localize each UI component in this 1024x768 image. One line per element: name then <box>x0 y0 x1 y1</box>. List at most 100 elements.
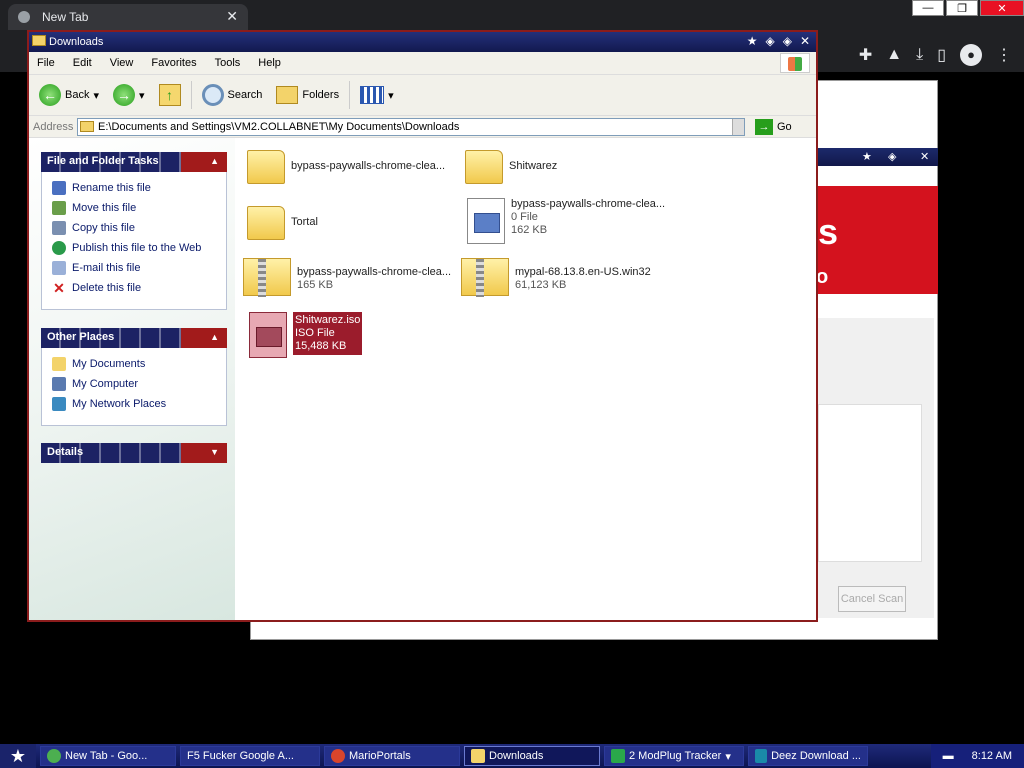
places-panel-body: My Documents My Computer My Network Plac… <box>41 348 227 426</box>
search-icon <box>201 84 224 106</box>
task-modplug[interactable]: 2 ModPlug Tracker ▾ <box>604 746 744 766</box>
file-item[interactable]: bypass-paywalls-chrome-clea... <box>247 148 445 184</box>
task-publish[interactable]: Publish this file to the Web <box>52 238 226 258</box>
maximize-icon[interactable]: ◈ <box>783 34 792 48</box>
folder-icon <box>80 121 94 132</box>
tasks-panel-header[interactable]: File and Folder Tasks ▲ <box>41 152 227 172</box>
profile-icon[interactable]: ● <box>960 44 982 66</box>
close-window-button[interactable]: ✕ <box>980 0 1024 16</box>
details-panel-header[interactable]: Details ▼ <box>41 443 227 463</box>
modplug-icon <box>611 749 625 763</box>
folder-icon <box>32 35 46 46</box>
task-downloads[interactable]: Downloads <box>464 746 600 766</box>
place-my-network-label: My Network Places <box>72 398 167 410</box>
expand-icon[interactable]: ▼ <box>181 443 227 463</box>
window-glyph <box>256 327 282 347</box>
place-my-computer[interactable]: My Computer <box>52 374 226 394</box>
zip-folder-icon <box>243 258 291 297</box>
place-my-network[interactable]: My Network Places <box>52 394 226 414</box>
sidebar-icon[interactable]: ▯ <box>937 45 946 65</box>
menu-icon[interactable]: ⋮ <box>996 45 1012 65</box>
menu-edit[interactable]: Edit <box>73 57 92 69</box>
menu-favorites[interactable]: Favorites <box>151 57 196 69</box>
close-icon[interactable]: ✕ <box>800 34 810 48</box>
download-icon[interactable]: ⤓ <box>916 46 923 64</box>
file-name: bypass-paywalls-chrome-clea... <box>291 160 446 172</box>
task-delete[interactable]: ✕ Delete this file <box>52 278 226 298</box>
menu-help[interactable]: Help <box>258 57 281 69</box>
chrome-tab[interactable]: New Tab ✕ <box>8 4 248 30</box>
collapse-icon[interactable]: ▲ <box>181 328 227 348</box>
forward-arrow-icon: → <box>113 84 135 106</box>
forward-button[interactable]: → ▾ <box>109 82 149 108</box>
close-icon[interactable]: ✕ <box>920 150 929 163</box>
menu-file[interactable]: File <box>37 57 55 69</box>
task-copy[interactable]: Copy this file <box>52 218 226 238</box>
maximize-button[interactable]: ❐ <box>946 0 978 16</box>
task-publish-label: Publish this file to the Web <box>72 242 202 254</box>
mario-icon <box>331 749 345 763</box>
zipper-glyph <box>476 259 484 297</box>
explorer-caption-buttons: ★ ◈ ◈ ✕ <box>747 34 810 48</box>
file-item[interactable]: bypass-paywalls-chrome-clea... 165 KB <box>243 256 451 297</box>
file-item[interactable]: Shitwarez <box>465 148 557 184</box>
tasks-panel-title: File and Folder Tasks <box>47 155 159 167</box>
start-button[interactable]: ★ <box>0 744 36 768</box>
chevron-down-icon[interactable]: ▾ <box>388 89 394 102</box>
place-my-documents[interactable]: My Documents <box>52 354 226 374</box>
menu-tools[interactable]: Tools <box>215 57 241 69</box>
file-size: 15,488 KB <box>295 340 347 352</box>
address-dropdown[interactable] <box>732 118 744 135</box>
file-item[interactable]: Tortal <box>247 204 318 240</box>
task-label: 2 ModPlug Tracker <box>629 750 722 762</box>
task-f5[interactable]: F5 Fucker Google A... <box>180 746 320 766</box>
minimize-button[interactable]: — <box>912 0 944 16</box>
explorer-titlebar[interactable]: Downloads ★ ◈ ◈ ✕ <box>29 32 816 52</box>
task-chrome[interactable]: New Tab - Goo... <box>40 746 176 766</box>
folders-button[interactable]: Folders <box>272 84 343 106</box>
task-deez[interactable]: Deez Download ... <box>748 746 868 766</box>
file-item[interactable]: bypass-paywalls-chrome-clea... 0 File 16… <box>467 198 665 244</box>
task-rename[interactable]: Rename this file <box>52 178 226 198</box>
places-panel-header[interactable]: Other Places ▲ <box>41 328 227 348</box>
globe-icon <box>52 241 66 255</box>
file-item-selected[interactable]: Shitwarez.iso ISO File 15,488 KB <box>249 312 363 358</box>
place-my-documents-label: My Documents <box>72 358 146 370</box>
chevron-down-icon[interactable]: ▾ <box>725 750 731 763</box>
views-button[interactable]: ▾ <box>356 84 398 106</box>
folder-icon <box>471 749 485 763</box>
my-documents-icon <box>52 357 66 371</box>
chevron-down-icon[interactable]: ▾ <box>139 89 145 102</box>
file-label: Shitwarez <box>509 148 557 173</box>
star-icon: ★ <box>746 34 758 48</box>
collapse-icon[interactable]: ▲ <box>181 152 227 172</box>
up-button[interactable]: ↑ <box>155 82 185 108</box>
file-type: 0 File <box>511 211 538 223</box>
explorer-title: Downloads <box>49 36 104 48</box>
file-item[interactable]: mypal-68.13.8.en-US.win32 61,123 KB <box>461 256 651 297</box>
puzzle-icon[interactable]: ✚ <box>859 45 872 65</box>
delete-icon: ✕ <box>53 280 65 296</box>
back-button[interactable]: ← Back ▾ <box>35 82 103 108</box>
minimize-icon[interactable]: ◈ <box>765 34 774 48</box>
keyboard-icon[interactable]: ▬ <box>943 750 954 762</box>
menu-view[interactable]: View <box>110 57 134 69</box>
file-type: ISO File <box>295 327 335 339</box>
standard-toolbar: ← Back ▾ → ▾ ↑ Search Folders ▾ <box>29 74 816 116</box>
taskbar: ★ New Tab - Goo... F5 Fucker Google A...… <box>0 744 1024 768</box>
task-email[interactable]: E-mail this file <box>52 258 226 278</box>
task-marioportals[interactable]: MarioPortals <box>324 746 460 766</box>
task-move[interactable]: Move this file <box>52 198 226 218</box>
places-panel-title: Other Places <box>47 331 115 343</box>
search-button[interactable]: Search <box>198 82 267 108</box>
address-path: E:\Documents and Settings\VM2.COLLABNET\… <box>98 120 460 133</box>
restore-icon[interactable]: ◈ <box>888 150 896 163</box>
chevron-down-icon[interactable]: ▾ <box>93 89 99 102</box>
go-button[interactable]: → Go <box>755 118 792 135</box>
close-tab-icon[interactable]: ✕ <box>226 8 238 25</box>
address-input[interactable]: E:\Documents and Settings\VM2.COLLABNET\… <box>77 117 745 136</box>
cancel-scan-button[interactable]: Cancel Scan <box>838 586 906 612</box>
clock[interactable]: 8:12 AM <box>972 750 1012 762</box>
flask-icon[interactable]: ▲ <box>886 46 902 64</box>
globe-icon <box>18 11 30 23</box>
